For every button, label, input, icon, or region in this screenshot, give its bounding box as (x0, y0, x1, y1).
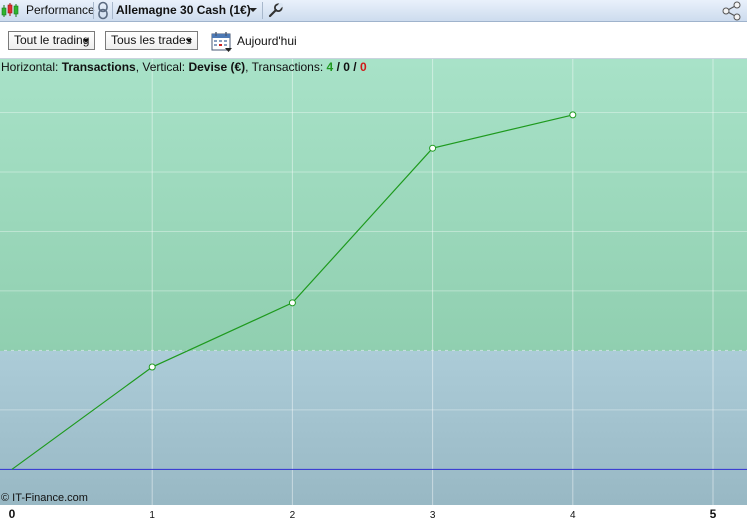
instrument-selector[interactable]: Allemagne 30 Cash (1€) (116, 0, 251, 21)
transactions-label: Transactions: (251, 60, 324, 74)
data-point[interactable] (288, 299, 296, 307)
period-select[interactable]: Tout le trading (8, 31, 95, 50)
x-tick-label: 2 (290, 510, 296, 521)
tab-performance[interactable]: Performance (22, 0, 99, 21)
calendar-icon[interactable] (211, 31, 233, 53)
x-tick-label: 3 (430, 510, 436, 521)
share-icon[interactable] (720, 1, 744, 21)
chart-canvas (0, 59, 747, 505)
period-select-label: Tout le trading (14, 33, 90, 47)
count-separator: / (336, 60, 340, 74)
trades-select-label: Tous les trades (111, 33, 192, 47)
horizontal-label: Horizontal: (1, 60, 59, 74)
link-chain-icon[interactable] (96, 1, 110, 20)
data-point[interactable] (148, 363, 156, 371)
x-axis-ticks: 0 1 2 3 4 5 (9, 507, 717, 521)
chevron-down-icon (83, 39, 89, 43)
vertical-label: Vertical: (142, 60, 186, 74)
data-point[interactable] (569, 111, 577, 119)
losses-count: 0 (359, 60, 367, 74)
x-tick-label: 4 (570, 510, 576, 521)
data-point[interactable] (429, 144, 437, 152)
copyright-text: © IT-Finance.com (1, 492, 88, 504)
filter-toolbar: Tout le trading Tous les trades Aujourd'… (0, 22, 747, 59)
tab-divider (112, 2, 113, 19)
chart-info-line: Horizontal: Transactions, Vertical: Devi… (1, 60, 367, 74)
chevron-down-icon[interactable] (249, 8, 257, 12)
vertical-value: Devise (€) (188, 60, 246, 74)
chevron-down-icon (186, 39, 192, 43)
tab-bar: Performance Allemagne 30 Cash (1€) (0, 0, 747, 22)
today-label: Aujourd'hui (237, 34, 297, 48)
x-tick-label: 0 (9, 507, 16, 521)
tab-divider (262, 2, 263, 19)
loss-zone (0, 350, 747, 505)
performance-chart: 0 1 2 3 4 5 (0, 59, 747, 523)
performance-window: Performance Allemagne 30 Cash (1€) Tout … (0, 0, 747, 523)
x-tick-label: 5 (710, 507, 717, 521)
horizontal-value: Transactions (61, 60, 136, 74)
profit-zone (0, 59, 747, 351)
trades-select[interactable]: Tous les trades (105, 31, 198, 50)
tab-divider (93, 2, 94, 19)
count-separator: / (353, 60, 357, 74)
x-tick-label: 1 (149, 510, 155, 521)
candlestick-icon (1, 3, 19, 17)
wrench-icon[interactable] (268, 3, 283, 18)
neutral-count: 0 (343, 60, 350, 74)
wins-count: 4 (326, 60, 334, 74)
